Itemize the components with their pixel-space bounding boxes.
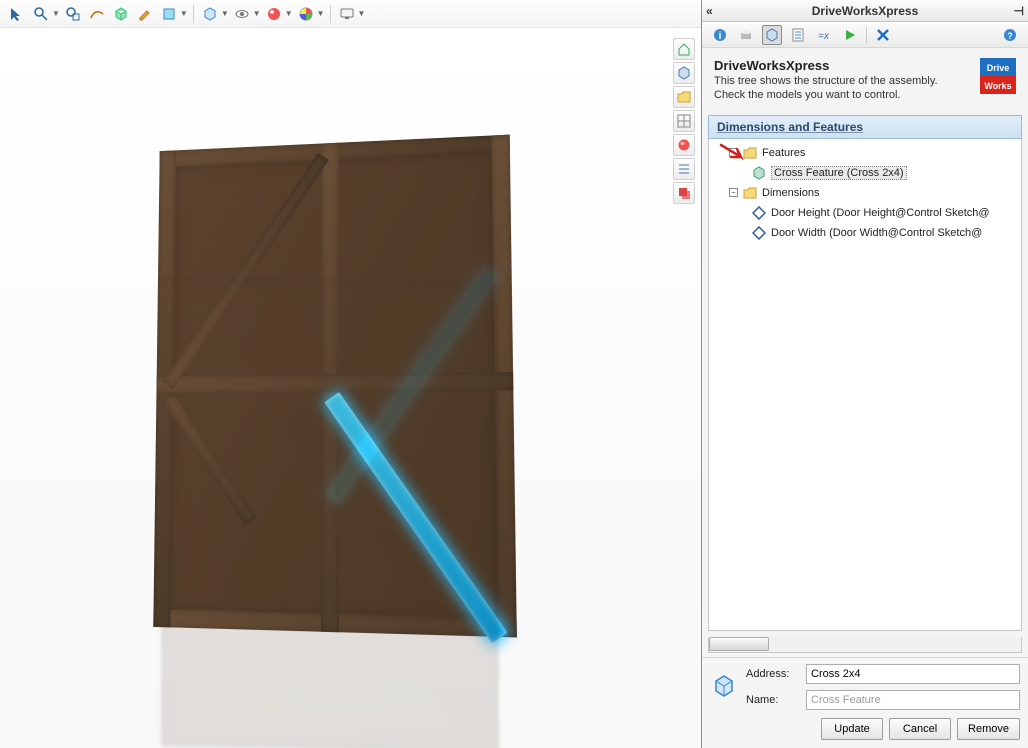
dropdown-icon[interactable]: ▼ bbox=[52, 9, 60, 18]
button-row: Update Cancel Remove bbox=[710, 718, 1020, 740]
dropdown-icon[interactable]: ▼ bbox=[317, 9, 325, 18]
grid-icon[interactable] bbox=[673, 110, 695, 132]
folder-icon bbox=[742, 185, 758, 201]
folder-icon[interactable] bbox=[673, 86, 695, 108]
panel-heading: DriveWorksXpress bbox=[714, 58, 970, 73]
sketch-tool[interactable] bbox=[86, 3, 108, 25]
model-viewport[interactable] bbox=[0, 28, 701, 748]
print-icon[interactable] bbox=[736, 25, 756, 45]
info-icon[interactable]: i bbox=[710, 25, 730, 45]
tree-node-door-height[interactable]: Door Height (Door Height@Control Sketch@ bbox=[711, 203, 1019, 223]
tree-h-scrollbar[interactable] bbox=[708, 637, 1022, 653]
zoom-window-tool[interactable] bbox=[62, 3, 84, 25]
dimension-icon bbox=[751, 225, 767, 241]
remove-button[interactable]: Remove bbox=[957, 718, 1020, 740]
dimension-icon bbox=[751, 205, 767, 221]
separator bbox=[330, 5, 331, 23]
stack-icon[interactable] bbox=[673, 182, 695, 204]
svg-text:Drive: Drive bbox=[987, 63, 1010, 73]
section-title: Dimensions and Features bbox=[717, 120, 863, 134]
panel-description-text: This tree shows the structure of the ass… bbox=[714, 75, 970, 103]
canvas-sidebar bbox=[673, 38, 697, 204]
appearance-tool[interactable] bbox=[263, 3, 285, 25]
dropdown-icon[interactable]: ▼ bbox=[221, 9, 229, 18]
color-tool[interactable] bbox=[295, 3, 317, 25]
driveworks-panel: « DriveWorksXpress ⊣ i =x ? DriveWorksXp… bbox=[701, 0, 1028, 748]
panel-description: DriveWorksXpress This tree shows the str… bbox=[702, 48, 1028, 115]
svg-text:?: ? bbox=[1007, 31, 1013, 41]
tree-label: Door Height (Door Height@Control Sketch@ bbox=[771, 207, 990, 219]
box-tool[interactable] bbox=[110, 3, 132, 25]
select-tool[interactable] bbox=[6, 3, 28, 25]
tree-node-cross-feature[interactable]: Cross Feature (Cross 2x4) bbox=[711, 163, 1019, 183]
component-tool[interactable] bbox=[158, 3, 180, 25]
svg-text:i: i bbox=[719, 31, 722, 42]
pin-icon[interactable]: ⊣ bbox=[1014, 4, 1024, 18]
separator bbox=[866, 27, 867, 43]
assembly-icon[interactable] bbox=[673, 62, 695, 84]
list-icon[interactable] bbox=[673, 158, 695, 180]
sphere-icon[interactable] bbox=[673, 134, 695, 156]
app-root: ▼ ▼ ▼ ▼ ▼ ▼ ▼ bbox=[0, 0, 1028, 748]
section-header: Dimensions and Features bbox=[708, 115, 1022, 139]
update-button[interactable]: Update bbox=[821, 718, 883, 740]
separator bbox=[193, 5, 194, 23]
panel-toolbar: i =x ? bbox=[702, 22, 1028, 48]
svg-text:Works: Works bbox=[984, 81, 1011, 91]
scrollbar-thumb[interactable] bbox=[709, 637, 769, 651]
dropdown-icon[interactable]: ▼ bbox=[285, 9, 293, 18]
display-tool[interactable] bbox=[336, 3, 358, 25]
dropdown-icon[interactable]: ▼ bbox=[180, 9, 188, 18]
name-input[interactable] bbox=[806, 690, 1020, 710]
visibility-tool[interactable] bbox=[231, 3, 253, 25]
folder-icon bbox=[742, 145, 758, 161]
dropdown-icon[interactable]: ▼ bbox=[253, 9, 261, 18]
panel-title-text: DriveWorksXpress bbox=[812, 4, 919, 18]
form-icon[interactable] bbox=[788, 25, 808, 45]
collapse-toggle-icon[interactable]: − bbox=[729, 188, 738, 197]
tree-node-dimensions[interactable]: − Dimensions bbox=[711, 183, 1019, 203]
run-icon[interactable] bbox=[840, 25, 860, 45]
tree-label: Features bbox=[762, 147, 805, 159]
home-icon[interactable] bbox=[673, 38, 695, 60]
zoom-fit-tool[interactable] bbox=[30, 3, 52, 25]
name-label: Name: bbox=[746, 694, 800, 706]
close-icon[interactable] bbox=[873, 25, 893, 45]
viewport-toolbar: ▼ ▼ ▼ ▼ ▼ ▼ ▼ bbox=[0, 0, 701, 28]
edit-tool[interactable] bbox=[134, 3, 156, 25]
viewport-side: ▼ ▼ ▼ ▼ ▼ ▼ ▼ bbox=[0, 0, 701, 748]
assembly-mode-icon[interactable] bbox=[762, 25, 782, 45]
address-row: Address: bbox=[746, 664, 1020, 684]
collapse-icon[interactable]: « bbox=[706, 4, 713, 18]
panel-titlebar: « DriveWorksXpress ⊣ bbox=[702, 0, 1028, 22]
help-icon[interactable]: ? bbox=[1000, 25, 1020, 45]
name-row: Name: bbox=[746, 690, 1020, 710]
cancel-button[interactable]: Cancel bbox=[889, 718, 951, 740]
floor-reflection bbox=[152, 586, 508, 748]
rule-icon[interactable]: =x bbox=[814, 25, 834, 45]
tree-node-features[interactable]: − Features bbox=[711, 143, 1019, 163]
feature-tree[interactable]: − Features Cross Feature (Cross 2x4) − D… bbox=[708, 139, 1022, 632]
dropdown-icon[interactable]: ▼ bbox=[358, 9, 366, 18]
view-cube-tool[interactable] bbox=[199, 3, 221, 25]
collapse-toggle-icon[interactable]: − bbox=[729, 148, 738, 157]
feature-icon bbox=[751, 165, 767, 181]
tree-label: Door Width (Door Width@Control Sketch@ bbox=[771, 227, 982, 239]
address-label: Address: bbox=[746, 668, 800, 680]
tree-node-door-width[interactable]: Door Width (Door Width@Control Sketch@ bbox=[711, 223, 1019, 243]
driveworks-logo-icon: Drive Works bbox=[980, 58, 1016, 94]
address-input[interactable] bbox=[806, 664, 1020, 684]
svg-text:=x: =x bbox=[818, 31, 830, 42]
assembly-icon bbox=[710, 664, 738, 708]
tree-label: Cross Feature (Cross 2x4) bbox=[771, 166, 907, 180]
tree-label: Dimensions bbox=[762, 187, 819, 199]
form-area: Address: Name: Update Cancel Remove bbox=[702, 657, 1028, 748]
